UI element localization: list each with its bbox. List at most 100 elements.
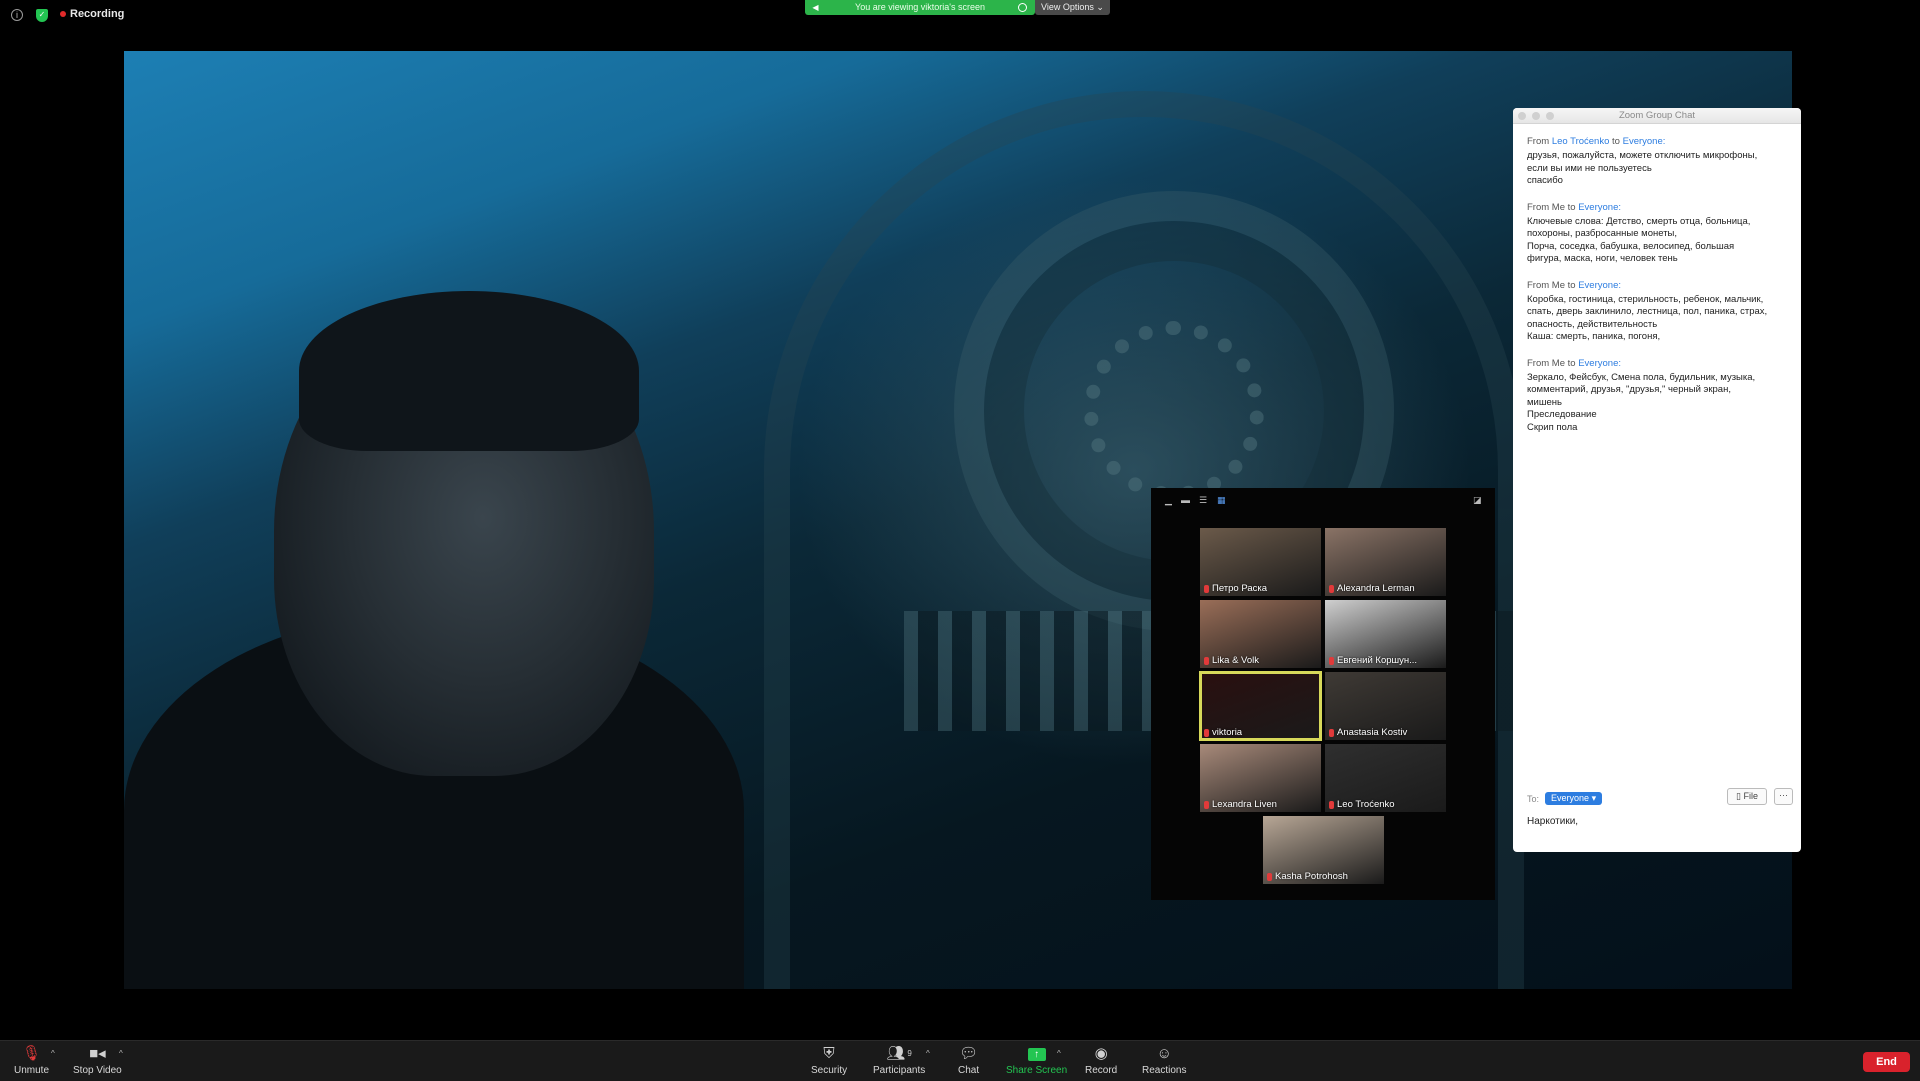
chat-message-line: Ключевые слова: Детство, смерть отца, бо… <box>1527 215 1751 227</box>
rose-window-inner-shape <box>1084 321 1264 501</box>
exit-fullscreen-icon[interactable]: ◪ <box>1473 496 1482 505</box>
person-hair-shape <box>299 291 639 451</box>
chat-message-recipient[interactable]: Everyone: <box>1578 280 1621 291</box>
participant-name-text: Евгений Коршун... <box>1337 655 1418 666</box>
chat-message-recipient[interactable]: Everyone: <box>1578 358 1621 369</box>
participants-options-chevron-icon[interactable]: ^ <box>926 1049 930 1058</box>
participant-tile[interactable]: Петро Раска <box>1200 528 1321 596</box>
participant-tile[interactable]: Leo Troćenko <box>1325 744 1446 812</box>
chat-footer: To: Everyone ▾ ▯ File ··· Наркотики, <box>1513 788 1801 852</box>
chat-message-line: спасибо <box>1527 175 1563 186</box>
participant-name: viktoria <box>1204 727 1242 738</box>
participant-tile[interactable]: viktoria <box>1199 671 1322 741</box>
view-options-button[interactable]: View Options ⌄ <box>1035 0 1110 15</box>
chat-message-mid: to <box>1612 136 1620 147</box>
chat-message-line: Преследование <box>1527 409 1597 420</box>
participant-tile[interactable]: Kasha Potrohosh <box>1263 816 1384 884</box>
hide-video-icon[interactable]: ▬ <box>1181 496 1190 505</box>
video-camera-icon: ■◂ <box>89 1045 106 1062</box>
recording-label: Recording <box>70 8 125 20</box>
participant-tile[interactable]: Lika & Volk <box>1200 600 1321 668</box>
participant-name-text: Kasha Potrohosh <box>1275 871 1348 882</box>
recipient-row: To: Everyone ▾ <box>1527 792 1603 805</box>
minimize-window-icon[interactable] <box>1532 112 1540 120</box>
stop-video-label: Stop Video <box>73 1065 122 1076</box>
participants-button[interactable]: 👥︎ 9 Participants <box>873 1045 925 1076</box>
to-label: To: <box>1527 793 1540 804</box>
speaker-view-icon[interactable]: ☰ <box>1199 496 1207 505</box>
security-button[interactable]: ⛨ Security <box>811 1045 847 1076</box>
meeting-toolbar: 🎙︎ Unmute ^ ■◂ Stop Video ^ ⛨ Security 👥… <box>0 1040 1920 1081</box>
chat-message-mid: to <box>1567 357 1576 369</box>
security-label: Security <box>811 1065 848 1076</box>
minimize-icon[interactable]: ▁ <box>1165 496 1172 505</box>
chat-button[interactable]: 💬︎ Chat <box>958 1045 979 1076</box>
chat-message-line: если вы ими не пользуетесь <box>1527 162 1652 174</box>
chat-message-line: Зеркало, Фейсбук, Смена пола, будильник,… <box>1527 371 1756 383</box>
participant-name: Lika & Volk <box>1204 655 1259 666</box>
chat-message-header: From Me to Everyone: <box>1527 280 1787 291</box>
chat-message-recipient[interactable]: Everyone: <box>1578 202 1621 213</box>
zoom-window-icon[interactable] <box>1546 112 1554 120</box>
share-options-chevron-icon[interactable]: ^ <box>1057 1049 1061 1058</box>
end-meeting-button[interactable]: End <box>1863 1052 1910 1072</box>
recording-dot-icon <box>60 11 66 17</box>
recipient-select[interactable]: Everyone ▾ <box>1545 792 1603 805</box>
chat-input[interactable]: Наркотики, <box>1527 816 1578 827</box>
chat-message-prefix: From Me <box>1527 201 1565 213</box>
security-shield-icon[interactable]: ✓ <box>36 9 48 22</box>
gallery-header: ▁ ▬ ☰ ▦ ◪ <box>1151 488 1495 512</box>
chat-message-line: мишень <box>1527 396 1562 408</box>
shield-icon: ⛨ <box>823 1045 835 1062</box>
participant-tile[interactable]: Alexandra Lerman <box>1325 528 1446 596</box>
participant-tile[interactable]: Евгений Коршун... <box>1325 600 1446 668</box>
speaker-icon: ◀ <box>812 3 819 12</box>
chat-message: From Me to Everyone: Ключевые слова: Дет… <box>1527 202 1787 266</box>
participant-name: Alexandra Lerman <box>1329 583 1415 594</box>
stop-video-button[interactable]: ■◂ Stop Video <box>73 1045 122 1076</box>
chat-message-line: комментарий, друзья, "друзья," черный эк… <box>1527 384 1731 395</box>
recipient-value: Everyone <box>1551 793 1590 803</box>
gallery-view-icon[interactable]: ▦ <box>1217 496 1226 505</box>
chat-messages: From Leo Troćenko to Everyone: друзья, п… <box>1513 124 1801 434</box>
mic-muted-icon <box>1267 872 1272 881</box>
participant-name: Leo Troćenko <box>1329 799 1395 810</box>
participant-name: Петро Раска <box>1204 583 1267 594</box>
video-options-chevron-icon[interactable]: ^ <box>119 1049 123 1058</box>
chat-message-line: Каша: смерть, паника, погоня, <box>1527 331 1661 342</box>
record-label: Record <box>1085 1065 1118 1076</box>
mic-muted-icon <box>1204 728 1209 737</box>
file-button[interactable]: ▯ File <box>1727 788 1767 805</box>
record-button[interactable]: ◉ Record <box>1085 1045 1117 1076</box>
mic-muted-icon <box>1329 800 1334 809</box>
more-options-button[interactable]: ··· <box>1774 788 1793 805</box>
participant-name-text: Alexandra Lerman <box>1337 583 1415 594</box>
audio-options-chevron-icon[interactable]: ^ <box>51 1049 55 1058</box>
reactions-button[interactable]: ☺ Reactions <box>1142 1045 1186 1076</box>
share-banner-text: You are viewing viktoria's screen <box>855 2 985 12</box>
share-banner: ◀ You are viewing viktoria's screen <box>805 0 1035 15</box>
participant-tile[interactable]: Anastasia Kostiv <box>1325 672 1446 740</box>
chat-message-sender[interactable]: Leo Troćenko <box>1552 136 1610 147</box>
info-icon[interactable]: i <box>11 9 23 21</box>
stop-share-icon[interactable] <box>1018 3 1027 12</box>
chat-message: From Leo Troćenko to Everyone: друзья, п… <box>1527 136 1787 188</box>
participant-name-text: Anastasia Kostiv <box>1337 727 1408 738</box>
participant-tile[interactable]: Lexandra Liven <box>1200 744 1321 812</box>
gallery-panel: ▁ ▬ ☰ ▦ ◪ Петро Раска Alexandra Lerman Lik… <box>1151 488 1495 900</box>
unmute-button[interactable]: 🎙︎ Unmute <box>14 1045 49 1076</box>
recording-indicator[interactable]: Recording <box>60 8 124 20</box>
mic-muted-icon <box>1329 584 1334 593</box>
participants-icon: 👥︎ 9 <box>886 1045 912 1062</box>
close-window-icon[interactable] <box>1518 112 1526 120</box>
chat-message-mid: to <box>1567 201 1576 213</box>
chat-message-header: From Me to Everyone: <box>1527 358 1787 369</box>
chat-message-recipient[interactable]: Everyone: <box>1623 136 1666 147</box>
chat-message-prefix: From Me <box>1527 357 1565 369</box>
chat-message-mid: to <box>1567 279 1576 291</box>
participants-label: Participants <box>873 1065 926 1076</box>
mic-muted-icon <box>1204 800 1209 809</box>
share-screen-icon: ↑ <box>1027 1048 1046 1061</box>
participant-name: Kasha Potrohosh <box>1267 871 1348 882</box>
participant-name-text: Lika & Volk <box>1212 655 1259 666</box>
